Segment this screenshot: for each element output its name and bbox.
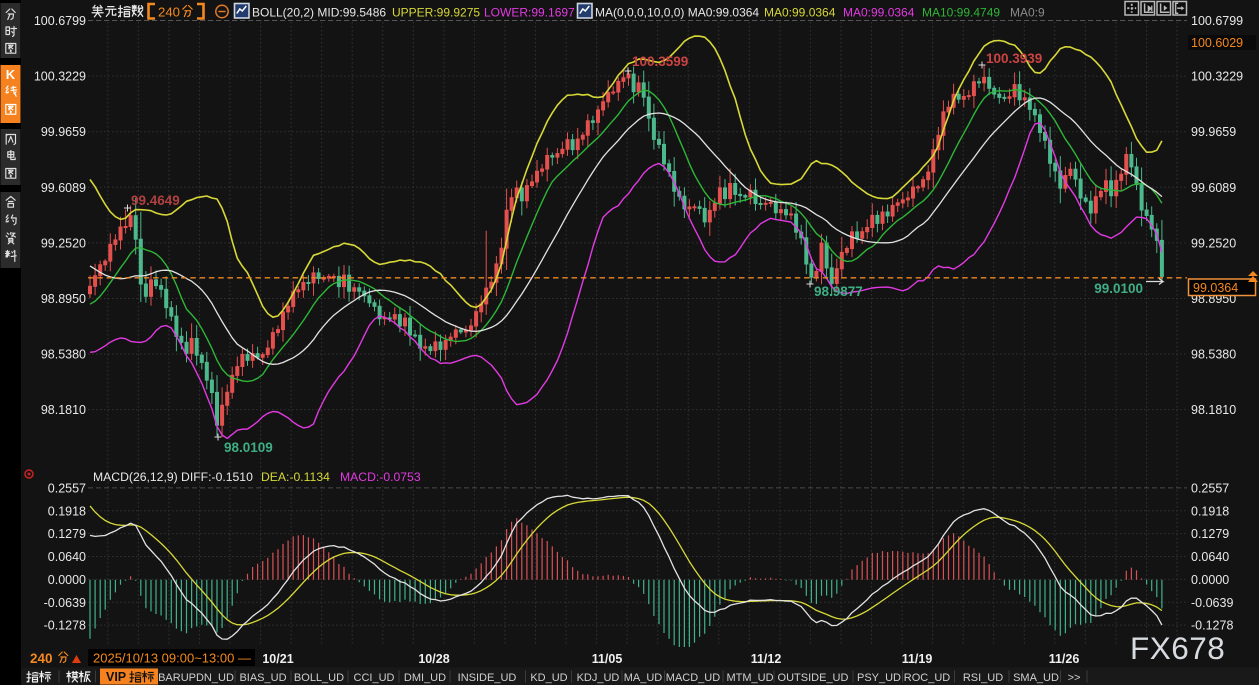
- svg-text:2025/10/13 09:00~13:00 —: 2025/10/13 09:00~13:00 —: [93, 651, 251, 666]
- svg-text:11/19: 11/19: [902, 652, 933, 666]
- svg-text:0.0640: 0.0640: [1191, 550, 1229, 564]
- svg-text:CCI_UD: CCI_UD: [354, 672, 395, 684]
- svg-text:MA_UD: MA_UD: [624, 672, 663, 684]
- svg-text:10/21: 10/21: [262, 652, 293, 666]
- svg-text:MACD_UD: MACD_UD: [666, 672, 720, 684]
- svg-text:99.9659: 99.9659: [41, 125, 86, 139]
- svg-text:100.3229: 100.3229: [34, 70, 86, 84]
- svg-text:11/05: 11/05: [592, 652, 623, 666]
- svg-text:11/12: 11/12: [751, 652, 782, 666]
- svg-text:BARUPDN_UD: BARUPDN_UD: [158, 672, 234, 684]
- svg-text:98.0109: 98.0109: [224, 440, 273, 455]
- svg-text:MA0:99.0364: MA0:99.0364: [843, 6, 915, 20]
- svg-text:BOLL(20,2) MID:99.5486: BOLL(20,2) MID:99.5486: [252, 6, 386, 20]
- svg-text:10/28: 10/28: [418, 652, 449, 666]
- svg-text:0.0000: 0.0000: [48, 573, 86, 587]
- svg-text:98.1810: 98.1810: [41, 403, 86, 417]
- svg-text:0.0640: 0.0640: [48, 550, 86, 564]
- svg-text:99.9659: 99.9659: [1191, 125, 1236, 139]
- svg-text:0.1918: 0.1918: [1191, 504, 1229, 518]
- svg-text:MA0:9: MA0:9: [1010, 6, 1045, 20]
- svg-text:100.6799: 100.6799: [1191, 14, 1243, 28]
- svg-text:99.0100: 99.0100: [1094, 281, 1143, 296]
- svg-text:MA0:99.0364: MA0:99.0364: [764, 6, 836, 20]
- svg-text:0.0000: 0.0000: [1191, 573, 1229, 587]
- svg-text:ROC_UD: ROC_UD: [904, 672, 951, 684]
- svg-text:MA(0,0,0,10,0,0) MA0:99.0364: MA(0,0,0,10,0,0) MA0:99.0364: [595, 6, 759, 20]
- svg-text:MACD(26,12,9) DIFF:-0.1510: MACD(26,12,9) DIFF:-0.1510: [93, 470, 253, 484]
- svg-text:MA10:99.4749: MA10:99.4749: [922, 6, 1000, 20]
- svg-text:100.6799: 100.6799: [34, 14, 86, 28]
- svg-text:240: 240: [30, 651, 53, 666]
- svg-text:MTM_UD: MTM_UD: [726, 672, 773, 684]
- svg-text:RSI_UD: RSI_UD: [963, 672, 1003, 684]
- svg-text:0.1918: 0.1918: [48, 504, 86, 518]
- svg-text:0.2557: 0.2557: [1191, 481, 1229, 495]
- svg-text:BOLL_UD: BOLL_UD: [294, 672, 344, 684]
- svg-text:99.4649: 99.4649: [131, 193, 180, 208]
- svg-text:240: 240: [158, 5, 180, 20]
- svg-text:98.1810: 98.1810: [1191, 403, 1236, 417]
- svg-text:KD_UD: KD_UD: [530, 672, 567, 684]
- svg-text:100.6029: 100.6029: [1191, 36, 1243, 50]
- svg-text:-0.0639: -0.0639: [1191, 596, 1233, 610]
- svg-text:98.5380: 98.5380: [41, 348, 86, 362]
- svg-text:UPPER:99.9275: UPPER:99.9275: [392, 6, 480, 20]
- svg-text:0.1279: 0.1279: [1191, 527, 1229, 541]
- svg-text:KDJ_UD: KDJ_UD: [577, 672, 620, 684]
- svg-text:100.3229: 100.3229: [1191, 70, 1243, 84]
- svg-text:99.2520: 99.2520: [1191, 236, 1236, 250]
- svg-text:MACD:-0.0753: MACD:-0.0753: [340, 470, 421, 484]
- svg-text:99.0364: 99.0364: [1193, 281, 1238, 295]
- svg-text:SMA_UD: SMA_UD: [1013, 672, 1059, 684]
- svg-text:INSIDE_UD: INSIDE_UD: [458, 672, 517, 684]
- svg-text:11/26: 11/26: [1049, 652, 1080, 666]
- svg-text:BIAS_UD: BIAS_UD: [239, 672, 286, 684]
- svg-text:-0.1278: -0.1278: [44, 619, 86, 633]
- svg-text:DMI_UD: DMI_UD: [404, 672, 446, 684]
- svg-text:OUTSIDE_UD: OUTSIDE_UD: [778, 672, 849, 684]
- svg-text:DEA:-0.1134: DEA:-0.1134: [261, 470, 330, 484]
- svg-text:0.2557: 0.2557: [48, 481, 86, 495]
- svg-text:98.5380: 98.5380: [1191, 348, 1236, 362]
- svg-text:>>: >>: [1068, 672, 1081, 684]
- svg-text:99.2520: 99.2520: [41, 236, 86, 250]
- svg-text:VIP: VIP: [106, 670, 126, 684]
- svg-text:PSY_UD: PSY_UD: [857, 672, 901, 684]
- svg-text:0.1279: 0.1279: [48, 527, 86, 541]
- svg-text:99.6089: 99.6089: [1191, 181, 1236, 195]
- svg-text:LOWER:99.1697: LOWER:99.1697: [484, 6, 575, 20]
- svg-text:K: K: [6, 67, 16, 82]
- svg-text:-0.0639: -0.0639: [44, 596, 86, 610]
- svg-text:FX678: FX678: [1130, 630, 1225, 666]
- svg-text:98.8950: 98.8950: [41, 292, 86, 306]
- svg-text:100.3939: 100.3939: [986, 51, 1042, 66]
- svg-text:100.3599: 100.3599: [632, 54, 688, 69]
- svg-text:99.6089: 99.6089: [41, 181, 86, 195]
- svg-text:98.9877: 98.9877: [814, 284, 863, 299]
